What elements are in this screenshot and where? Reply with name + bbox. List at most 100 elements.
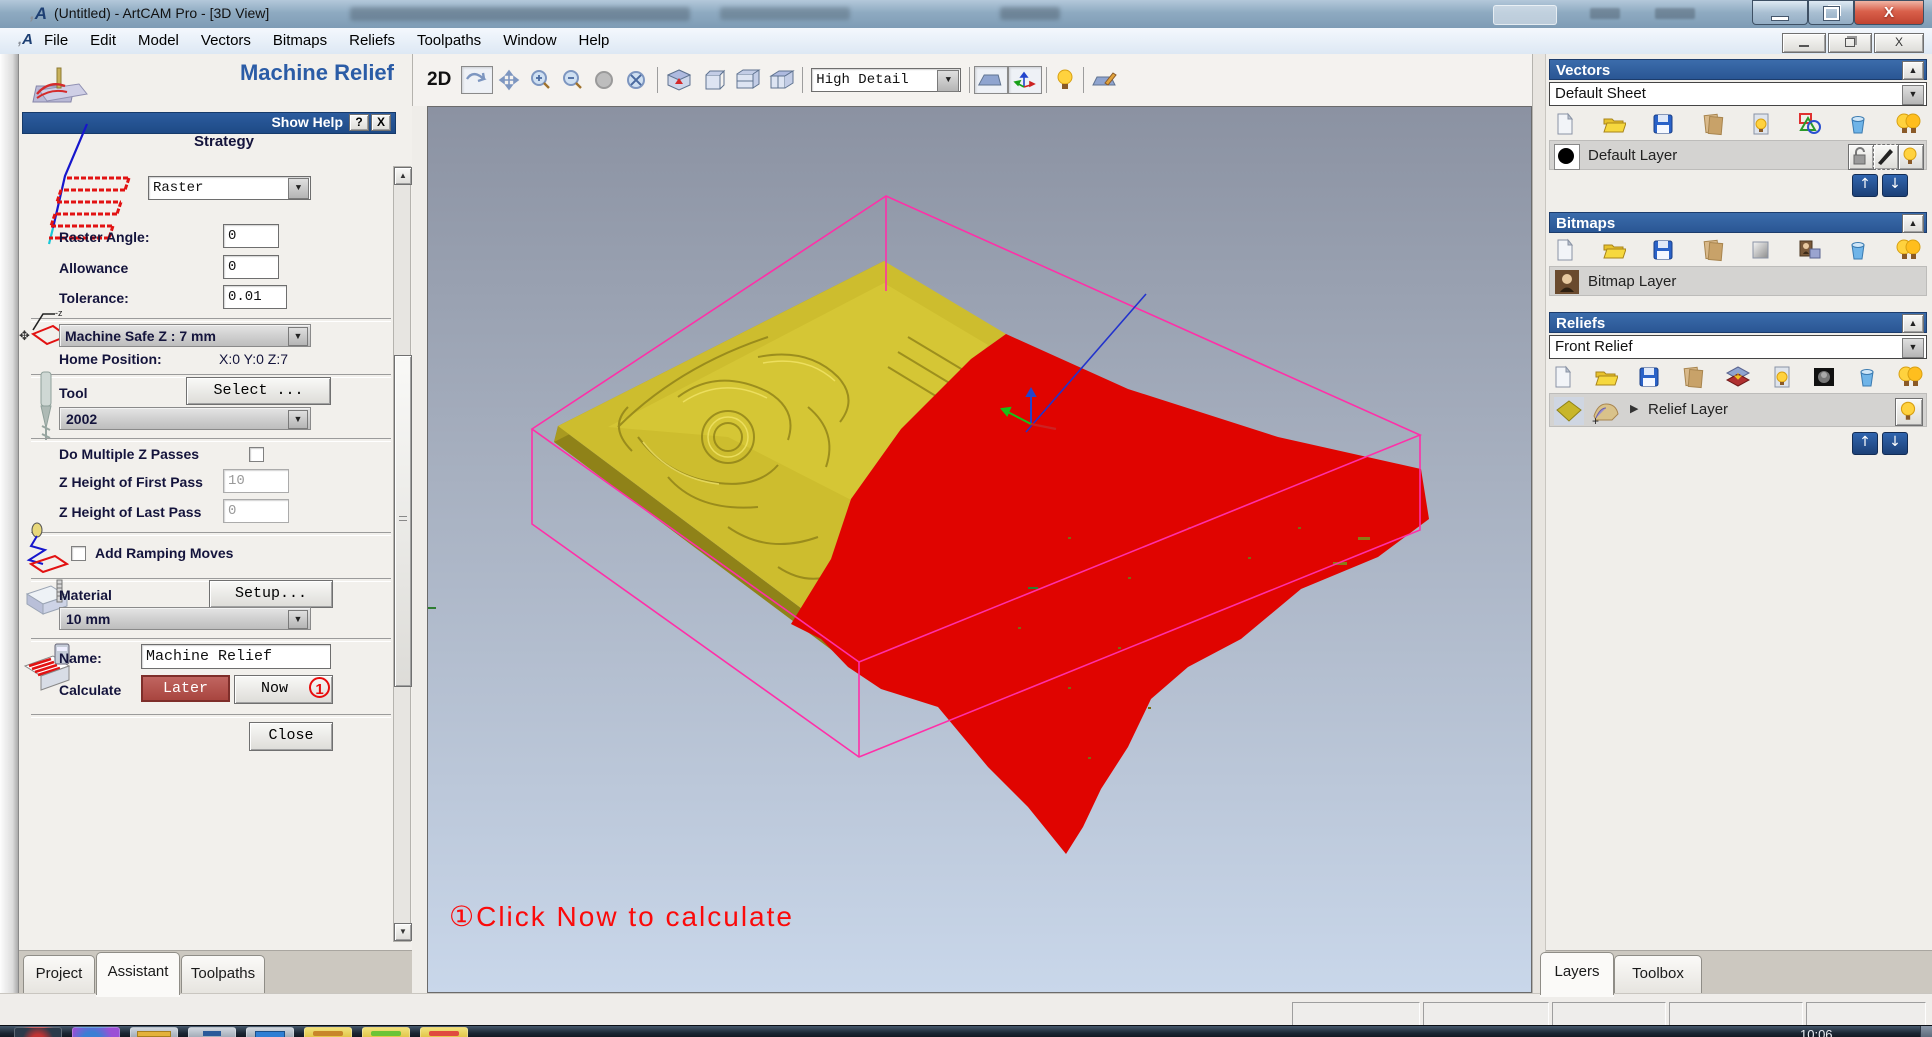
scan-image-icon[interactable] (1812, 366, 1836, 388)
taskbar-app-5[interactable] (246, 1027, 294, 1037)
tool-name-bar[interactable]: 2002 ▼ (59, 407, 311, 430)
assistant-scrollbar[interactable]: ▲ ▼ (393, 166, 412, 942)
ramping-checkbox[interactable] (71, 546, 86, 561)
zoom-window-button[interactable] (589, 66, 621, 94)
menu-toolpaths[interactable]: Toolpaths (417, 32, 481, 49)
allowance-input[interactable] (223, 255, 279, 279)
scroll-up-icon[interactable]: ▲ (394, 167, 412, 185)
minimize-button[interactable] (1752, 0, 1808, 25)
delete-layer-icon[interactable] (1857, 366, 1877, 388)
taskbar-clock[interactable]: 10:06 (1800, 1027, 1833, 1037)
chevron-down-icon[interactable]: ▼ (288, 327, 308, 346)
chevron-down-icon[interactable]: ▼ (288, 610, 308, 629)
merge-layers-icon[interactable] (1701, 238, 1725, 262)
all-visible-icon[interactable] (1895, 238, 1921, 262)
tab-toolbox[interactable]: Toolbox (1614, 955, 1702, 994)
save-layer-icon[interactable] (1652, 113, 1674, 135)
zoom-in-button[interactable] (525, 66, 557, 94)
viewport-3d[interactable]: ①Click Now to calculate (427, 106, 1532, 993)
calculate-later-button[interactable]: Later (141, 675, 230, 702)
expand-arrow-icon[interactable]: ▶ (1630, 402, 1638, 415)
layer-move-down-button[interactable]: ↓ (1882, 174, 1908, 197)
mdi-close-button[interactable]: X (1874, 33, 1924, 53)
relief-select[interactable]: Front Relief ▼ (1549, 335, 1927, 359)
menu-help[interactable]: Help (579, 32, 610, 49)
new-layer-icon[interactable] (1555, 238, 1575, 262)
lock-layer-button[interactable] (1848, 144, 1874, 170)
layer-move-up-button[interactable]: ↑ (1852, 174, 1878, 197)
taskbar-app-7[interactable] (362, 1027, 410, 1037)
all-visible-icon[interactable] (1897, 365, 1923, 389)
menu-reliefs[interactable]: Reliefs (349, 32, 395, 49)
show-help-link[interactable]: Show Help (271, 114, 343, 130)
help-button[interactable]: ? (349, 114, 369, 131)
multi-z-checkbox[interactable] (249, 447, 264, 462)
view-along-y-button[interactable] (730, 65, 764, 95)
menu-edit[interactable]: Edit (90, 32, 116, 49)
close-panel-button[interactable]: Close (249, 722, 333, 751)
menu-file[interactable]: File (44, 32, 68, 49)
tab-toolpaths[interactable]: Toolpaths (181, 955, 265, 994)
merge-layers-icon[interactable] (1681, 365, 1705, 389)
relief-layer-row[interactable]: + ▶ Relief Layer (1549, 393, 1927, 427)
bitmap-layer-row[interactable]: Bitmap Layer (1549, 266, 1927, 296)
new-layer-icon[interactable] (1555, 112, 1575, 136)
material-setup-button[interactable]: Setup... (209, 580, 333, 608)
scrollbar-thumb[interactable] (394, 355, 412, 687)
delete-layer-icon[interactable] (1848, 239, 1868, 261)
taskbar-app-1[interactable] (14, 1027, 62, 1037)
snap-layer-button[interactable] (1873, 144, 1899, 170)
open-layer-icon[interactable] (1602, 239, 1626, 261)
iso-view-button[interactable] (662, 65, 696, 95)
restore-button[interactable] (1808, 0, 1854, 25)
layer-move-down-button[interactable]: ↓ (1882, 432, 1908, 455)
layer-visible-button[interactable] (1898, 144, 1924, 170)
tolerance-input[interactable] (223, 285, 287, 309)
collapse-up-icon[interactable]: ▲ (1902, 61, 1924, 80)
layer-color-swatch[interactable] (1554, 144, 1580, 170)
menu-vectors[interactable]: Vectors (201, 32, 251, 49)
taskbar-app-6[interactable] (304, 1027, 352, 1037)
rotate-view-button[interactable] (461, 66, 494, 94)
taskbar-app-3[interactable] (130, 1027, 178, 1037)
toggle-visibility-icon[interactable] (1751, 112, 1771, 136)
last-pass-input[interactable] (223, 499, 289, 523)
colour-shade-button[interactable] (1088, 66, 1122, 94)
menu-model[interactable]: Model (138, 32, 179, 49)
chevron-down-icon[interactable]: ▼ (937, 70, 960, 92)
save-layer-icon[interactable] (1638, 366, 1660, 388)
collapse-up-icon[interactable]: ▲ (1902, 314, 1924, 333)
close-button[interactable]: X (1854, 0, 1924, 25)
chevron-down-icon[interactable]: ▼ (1902, 85, 1924, 105)
tab-assistant[interactable]: Assistant (96, 952, 180, 995)
detail-level-select[interactable]: High Detail ▼ (811, 68, 962, 92)
open-layer-icon[interactable] (1602, 113, 1626, 135)
delete-layer-icon[interactable] (1848, 113, 1868, 135)
add-relief-layer-icon[interactable]: + (1590, 396, 1622, 426)
light-button[interactable] (1051, 65, 1079, 95)
view-along-x-button[interactable] (696, 65, 730, 95)
show-desktop-button[interactable] (1920, 1026, 1932, 1037)
open-layer-icon[interactable] (1594, 366, 1618, 388)
vector-layer-row[interactable]: Default Layer (1549, 140, 1927, 170)
menu-window[interactable]: Window (503, 32, 556, 49)
scroll-down-icon[interactable]: ▼ (394, 923, 412, 941)
stack-layers-icon[interactable] (1725, 365, 1751, 389)
tab-project[interactable]: Project (23, 955, 95, 994)
collapse-up-icon[interactable]: ▲ (1902, 214, 1924, 233)
layer-visible-button[interactable] (1895, 398, 1923, 426)
zoom-out-button[interactable] (557, 66, 589, 94)
new-layer-icon[interactable] (1553, 365, 1573, 389)
mdi-restore-button[interactable] (1828, 33, 1872, 53)
tab-layers[interactable]: Layers (1540, 952, 1614, 995)
view-along-z-button[interactable] (764, 65, 798, 95)
taskbar-app-4[interactable] (188, 1027, 236, 1037)
chevron-down-icon[interactable]: ▼ (288, 178, 309, 199)
machine-safe-z-bar[interactable]: Machine Safe Z : 7 mm ▼ (59, 324, 311, 347)
taskbar-app-8[interactable] (420, 1027, 468, 1037)
bitmap-image-icon[interactable] (1798, 239, 1822, 261)
merge-layers-icon[interactable] (1701, 112, 1725, 136)
toolpath-name-input[interactable] (141, 644, 331, 669)
first-pass-input[interactable] (223, 469, 289, 493)
vector-shapes-icon[interactable] (1798, 112, 1822, 136)
